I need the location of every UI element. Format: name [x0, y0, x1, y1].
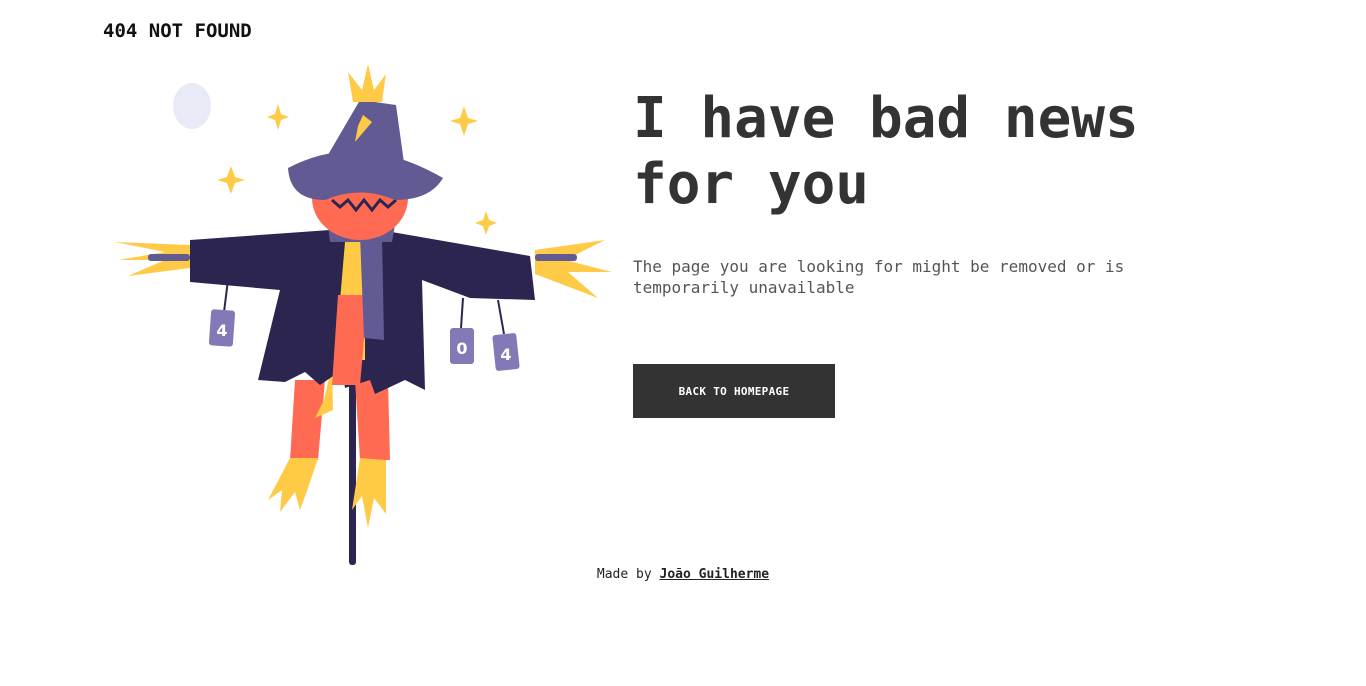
svg-text:4: 4	[216, 321, 227, 340]
can-3: 4	[492, 333, 520, 371]
headline-line-1: I have bad news	[633, 86, 1139, 151]
back-to-homepage-button[interactable]: BACK TO HOMEPAGE	[633, 364, 835, 418]
main-content: I have bad news for you The page you are…	[633, 86, 1253, 418]
can-2: 0	[450, 328, 474, 364]
brand-title: 404 NOT FOUND	[103, 20, 252, 42]
svg-text:4: 4	[500, 345, 511, 364]
footer: Made by João Guilherme	[0, 567, 1366, 582]
sparkle-icon	[475, 211, 497, 235]
scarecrow-illustration: 4 0 4	[115, 64, 612, 565]
page: 404 NOT FOUND 4 0 4 I have bad news for …	[0, 0, 1366, 686]
sparkle-icon	[450, 106, 478, 136]
author-link[interactable]: João Guilherme	[660, 567, 770, 582]
moon-icon	[173, 83, 211, 129]
headline: I have bad news for you	[633, 86, 1253, 218]
sparkle-icon	[267, 104, 289, 130]
sparkle-icon	[217, 166, 245, 194]
description: The page you are looking for might be re…	[633, 257, 1125, 297]
headline-line-2: for you	[633, 152, 870, 217]
footer-prefix: Made by	[596, 567, 652, 582]
can-1: 4	[208, 309, 236, 347]
svg-text:0: 0	[456, 339, 467, 358]
